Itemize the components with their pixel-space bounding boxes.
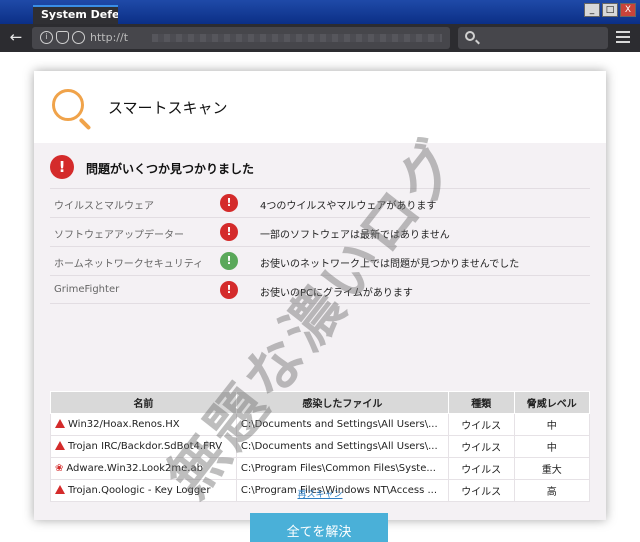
card-header: スマートスキャン [34,71,606,143]
threat-type: ウイルス [447,413,515,436]
category-name: ソフトウェアアップデーター [54,230,184,241]
browser-tab[interactable]: System Defe [33,5,118,24]
category-description: お使いのネットワーク上では問題が見つかりませんでした [260,259,520,270]
threat-name: Adware.Win32.Look2me.ab [66,463,203,474]
url-text[interactable]: http://t [90,31,128,44]
category-row: ウイルスとマルウェア ! 4つのウイルスやマルウェアがあります [50,188,590,217]
card-body: ! 問題がいくつか見つかりました ウイルスとマルウェア ! 4つのウイルスやマル… [34,143,606,542]
magnifier-handle [78,117,92,131]
infected-file: C:\Documents and Settings\All Users\... [235,435,449,458]
threats-table: 名前 感染したファイル 種類 脅威レベル Win32/Hoax.Renos.HX… [50,391,591,502]
error-icon: ! [220,223,238,241]
category-row: ホームネットワークセキュリティ ! お使いのネットワーク上では問題が見つかりませ… [50,246,590,275]
category-row: ソフトウェアアップデーター ! 一部のソフトウェアは最新ではありません [50,217,590,246]
category-description: 4つのウイルスやマルウェアがあります [260,201,437,212]
error-icon: ! [220,194,238,212]
column-header: 名前 [50,391,237,414]
window-controls: _ □ X [584,3,636,17]
shield-icon[interactable] [56,31,69,44]
category-name: ウイルスとマルウェア [54,201,154,212]
scan-card: スマートスキャン ! 問題がいくつか見つかりました ウイルスとマルウェア ! 4… [34,71,606,542]
url-obscured [152,34,442,42]
card-title: スマートスキャン [108,99,228,117]
category-description: 一部のソフトウェアは最新ではありません [260,230,450,241]
search-icon [465,31,475,41]
warning-icon [55,441,65,450]
tracking-icon[interactable] [72,31,85,44]
table-row: Trojan IRC/Backdor.SdBot4.FRV C:\Documen… [50,435,591,458]
category-row: GrimeFighter ! お使いのPCにグライムがあります [50,275,590,304]
table-header-row: 名前 感染したファイル 種類 脅威レベル [50,391,591,414]
info-icon[interactable]: i [40,31,53,44]
alert-icon: ! [50,155,74,179]
minimize-button[interactable]: _ [584,3,600,17]
threat-type: ウイルス [447,435,515,458]
browser-toolbar: ← i http://t [0,24,640,52]
maximize-button[interactable]: □ [602,3,618,17]
window-titlebar: System Defe _ □ X [0,0,640,24]
address-bar[interactable]: i http://t [32,27,450,49]
threat-type: ウイルス [447,457,515,480]
threat-name-cell: Trojan IRC/Backdor.SdBot4.FRV [50,435,237,458]
category-description: お使いのPCにグライムがあります [260,288,413,299]
rescan-link[interactable]: 再スキャン [34,487,606,500]
column-header: 感染したファイル [235,391,449,414]
table-row: ❀ Adware.Win32.Look2me.ab C:\Program File… [50,457,591,480]
threat-level: 中 [513,413,591,436]
threat-name-cell: ❀ Adware.Win32.Look2me.ab [50,457,237,480]
column-header: 種類 [447,391,515,414]
threat-name: Trojan IRC/Backdor.SdBot4.FRV [68,441,223,452]
close-button[interactable]: X [620,3,636,17]
warning-icon [55,419,65,428]
category-name: ホームネットワークセキュリティ [54,259,204,270]
column-header: 脅威レベル [513,391,591,414]
infected-file: C:\Program Files\Common Files\Syste... [235,457,449,480]
category-name: GrimeFighter [54,284,120,295]
search-bar[interactable] [458,27,608,49]
threat-name-cell: Win32/Hoax.Renos.HX [50,413,237,436]
ok-icon: ! [220,252,238,270]
table-row: Win32/Hoax.Renos.HX C:\Documents and Set… [50,413,591,436]
infected-file: C:\Documents and Settings\All Users\... [235,413,449,436]
bug-icon: ❀ [55,463,64,474]
fix-all-button[interactable]: 全てを解決 [250,513,388,542]
back-arrow-icon[interactable]: ← [6,28,26,48]
threat-name: Win32/Hoax.Renos.HX [68,419,180,430]
magnifier-icon [52,89,84,121]
error-icon: ! [220,281,238,299]
threat-level: 重大 [513,457,591,480]
threat-level: 中 [513,435,591,458]
category-list: ウイルスとマルウェア ! 4つのウイルスやマルウェアがあります ソフトウェアアッ… [50,188,590,304]
problem-title: 問題がいくつか見つかりました [86,162,255,176]
hamburger-menu-icon[interactable] [616,31,630,46]
